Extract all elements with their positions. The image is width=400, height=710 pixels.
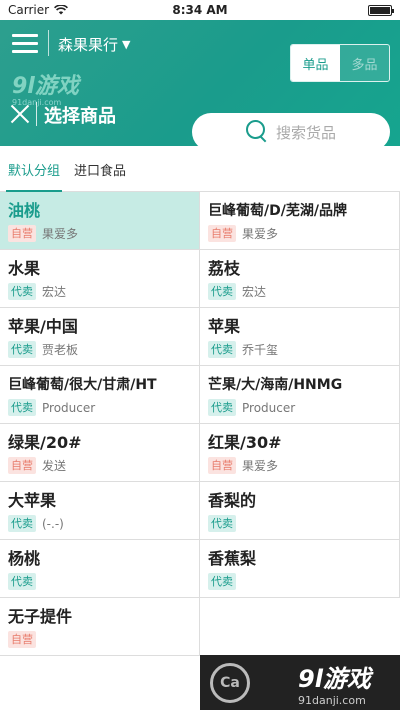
product-name: 香蕉梨 — [208, 549, 257, 568]
product-name: 无子提件 — [8, 607, 73, 626]
group-tabs: 默认分组 进口食品 — [0, 146, 400, 192]
product-cell[interactable]: 无子提件 自营 — [0, 598, 200, 656]
product-name: 绿果/20# — [8, 433, 82, 452]
segment-multi[interactable]: 多品 — [340, 45, 389, 81]
product-name: 苹果/中国 — [8, 317, 78, 336]
product-cell[interactable]: 水果代卖 宏达 — [0, 250, 200, 308]
consignment-badge: 代卖 — [208, 341, 236, 358]
product-name: 巨峰葡萄/很大/甘肃/HT — [8, 377, 157, 393]
self-operated-badge: 自营 — [8, 457, 36, 474]
segment-single[interactable]: 单品 — [291, 45, 340, 81]
product-name: 苹果 — [208, 317, 241, 336]
consignment-badge: 代卖 — [8, 341, 36, 358]
consignment-badge: 代卖 — [208, 283, 236, 300]
product-cell[interactable]: 香梨的 代卖 — [200, 482, 400, 540]
product-cell[interactable]: 巨峰葡萄/D/芜湖/品牌 自营 果爱多 — [200, 192, 400, 250]
page-title: 选择商品 — [44, 106, 116, 127]
self-operated-badge: 自营 — [208, 225, 236, 242]
product-meta: 代卖 Producer — [208, 399, 391, 416]
tab-imported-food[interactable]: 进口食品 — [70, 146, 130, 192]
product-meta: 自营 果爱多 — [208, 225, 391, 242]
header-divider — [48, 30, 49, 56]
product-meta: 代卖 宏达 — [208, 283, 391, 300]
product-vendor: 贾老板 — [42, 343, 79, 357]
product-meta: 代卖 (-.-) — [8, 515, 191, 532]
clock: 8:34 AM — [172, 3, 228, 17]
watermark-brand-bottom: 9l游戏 — [298, 664, 371, 693]
consignment-badge: 代卖 — [8, 283, 36, 300]
product-meta: 自营 果爱多 — [208, 457, 391, 474]
caret-down-icon: ▼ — [122, 38, 131, 51]
product-cell[interactable]: 荔枝代卖 宏达 — [200, 250, 400, 308]
product-vendor: 果爱多 — [242, 459, 279, 473]
product-name: 荔枝 — [208, 259, 241, 278]
consignment-badge: 代卖 — [208, 399, 236, 416]
product-cell[interactable]: 大苹果代卖 (-.-) — [0, 482, 200, 540]
product-vendor: 宏达 — [42, 285, 67, 299]
product-cell[interactable]: 香蕉梨 代卖 — [200, 540, 400, 598]
consignment-badge: 代卖 — [8, 399, 36, 416]
product-meta: 代卖 贾老板 — [8, 341, 191, 358]
watermark-brand-block: 9l游戏 91danji.com — [298, 659, 371, 707]
product-name: 大苹果 — [8, 491, 57, 510]
product-meta: 自营 发送 — [8, 457, 191, 474]
product-vendor: (-.-) — [42, 516, 64, 531]
mode-segmented-control: 单品 多品 — [290, 44, 390, 82]
close-icon[interactable] — [10, 104, 30, 124]
product-name: 香梨的 — [208, 491, 257, 510]
product-cell[interactable]: 芒果/大/海南/HNMG 代卖 Producer — [200, 366, 400, 424]
product-name: 油桃 — [8, 201, 41, 220]
title-divider — [36, 102, 37, 126]
product-vendor: Producer — [242, 400, 296, 415]
status-bar: Carrier 8:34 AM — [0, 0, 400, 20]
product-meta: 代卖 — [208, 515, 391, 532]
product-vendor: Producer — [42, 400, 96, 415]
watermark-circle-logo: Ca — [210, 662, 250, 703]
product-cell[interactable]: 巨峰葡萄/很大/甘肃/HT 代卖 Producer — [0, 366, 200, 424]
product-vendor: 果爱多 — [242, 227, 279, 241]
product-name: 水果 — [8, 259, 41, 278]
product-cell[interactable]: 苹果/中国代卖 贾老板 — [0, 308, 200, 366]
tab-default-group[interactable]: 默认分组 — [4, 146, 64, 192]
product-cell[interactable]: 绿果/20# 自营 发送 — [0, 424, 200, 482]
product-name: 红果/30# — [208, 433, 282, 452]
consignment-badge: 代卖 — [8, 573, 36, 590]
product-name: 巨峰葡萄/D/芜湖/品牌 — [208, 203, 347, 219]
product-meta: 代卖 宏达 — [8, 283, 191, 300]
watermark-brand: 9l游戏 — [12, 74, 79, 99]
product-meta: 自营 果爱多 — [8, 225, 191, 242]
product-vendor: 发送 — [42, 459, 67, 473]
consignment-badge: 代卖 — [208, 515, 236, 532]
product-cell[interactable]: 苹果代卖 乔千玺 — [200, 308, 400, 366]
header: 森果果行 ▼ 单品 多品 9l游戏 91danji.com 选择商品 搜索货品 — [0, 20, 400, 151]
product-meta: 代卖 乔千玺 — [208, 341, 391, 358]
self-operated-badge: 自营 — [8, 225, 36, 242]
product-vendor: 宏达 — [242, 285, 267, 299]
watermark-site-bottom: 91danji.com — [298, 693, 366, 707]
product-vendor: 果爱多 — [42, 227, 79, 241]
consignment-badge: 代卖 — [8, 515, 36, 532]
store-selector[interactable]: 森果果行 ▼ — [58, 34, 130, 55]
store-name: 森果果行 — [58, 36, 119, 54]
product-cell[interactable]: 杨桃 代卖 — [0, 540, 200, 598]
search-icon — [246, 120, 268, 142]
product-meta: 代卖 Producer — [8, 399, 191, 416]
product-meta: 代卖 — [208, 573, 391, 590]
watermark-logo-bottom: Ca 9l游戏 91danji.com — [200, 655, 400, 710]
product-vendor: 乔千玺 — [242, 343, 279, 357]
consignment-badge: 代卖 — [208, 573, 236, 590]
product-cell[interactable]: 油桃自营 果爱多 — [0, 192, 200, 250]
product-cell[interactable]: 红果/30# 自营 果爱多 — [200, 424, 400, 482]
self-operated-badge: 自营 — [8, 631, 36, 648]
battery-icon — [368, 5, 394, 16]
menu-icon[interactable] — [12, 34, 38, 54]
product-meta: 自营 — [8, 631, 191, 648]
self-operated-badge: 自营 — [208, 457, 236, 474]
product-name: 杨桃 — [8, 549, 41, 568]
search-placeholder: 搜索货品 — [276, 123, 337, 142]
product-meta: 代卖 — [8, 573, 191, 590]
product-name: 芒果/大/海南/HNMG — [208, 377, 343, 393]
